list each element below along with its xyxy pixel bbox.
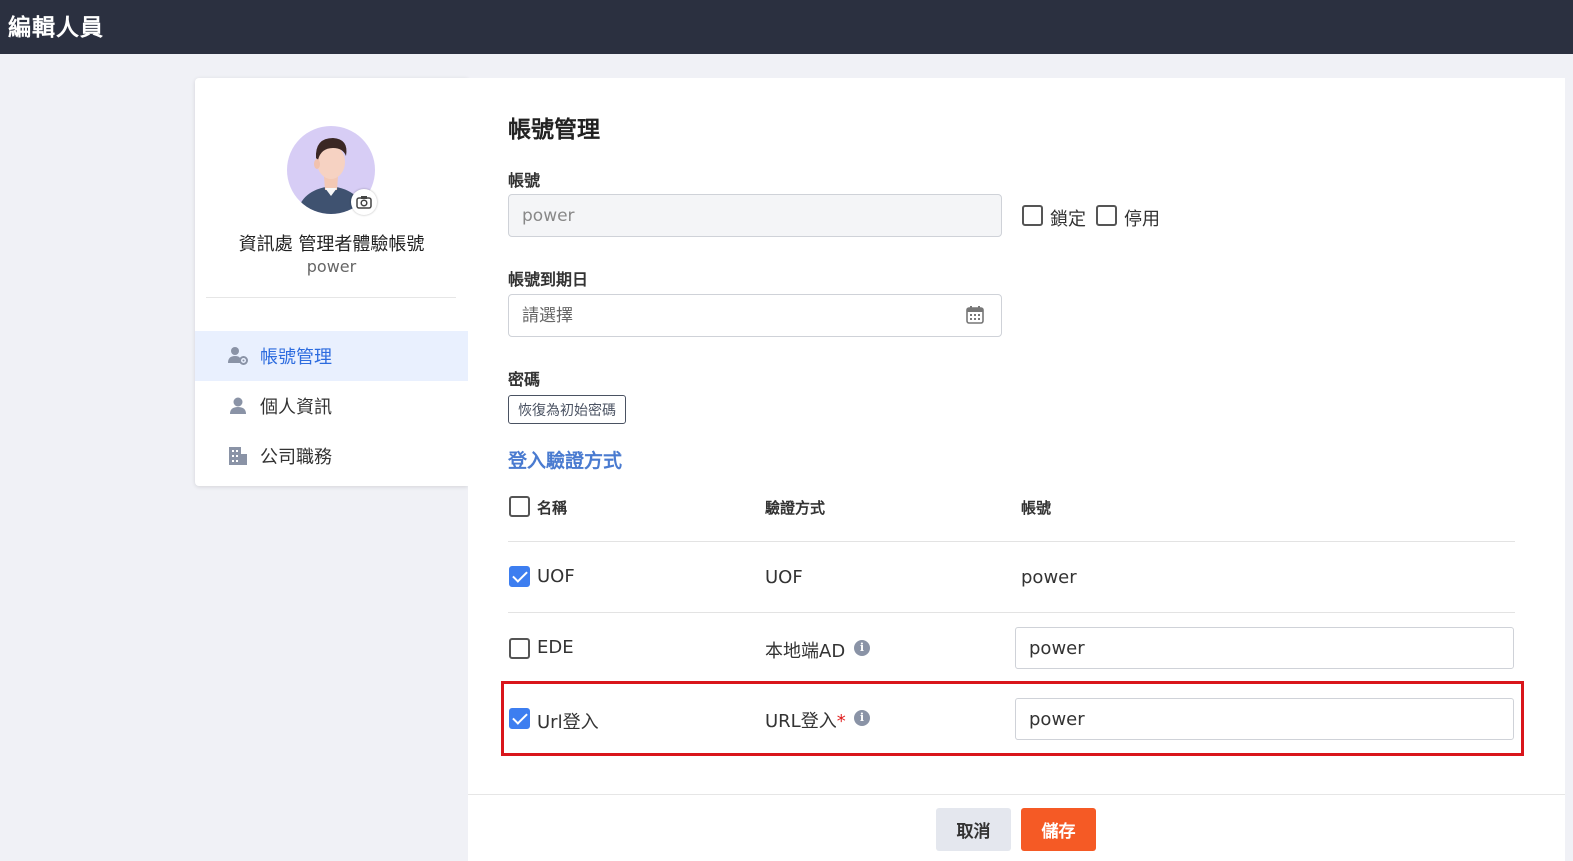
profile-account: power: [306, 257, 357, 276]
column-header-method: 驗證方式: [765, 499, 826, 517]
expiry-date-input[interactable]: [508, 294, 1002, 337]
sidebar-item-personal-info[interactable]: 個人資訊: [195, 381, 468, 431]
profile-name: 資訊處 管理者體驗帳號: [238, 234, 425, 255]
calendar-icon[interactable]: [965, 305, 985, 325]
expiry-label: 帳號到期日: [508, 270, 589, 289]
row-name: EDE: [537, 637, 574, 658]
section-title: 帳號管理: [508, 117, 600, 143]
divider: [206, 297, 456, 298]
row-method: 本地端AD: [765, 641, 846, 662]
camera-icon[interactable]: [351, 189, 377, 215]
account-input: [508, 194, 1002, 237]
user-icon: [227, 395, 249, 417]
column-header-account: 帳號: [1021, 499, 1052, 517]
lock-checkbox[interactable]: [1022, 205, 1043, 226]
lock-label: 鎖定: [1050, 209, 1086, 230]
row-divider: [508, 541, 1515, 542]
footer-divider: [468, 794, 1565, 795]
sidebar-item-label: 帳號管理: [260, 347, 332, 368]
row-divider: [508, 612, 1515, 613]
login-method-title: 登入驗證方式: [508, 450, 623, 472]
disable-checkbox[interactable]: [1096, 205, 1117, 226]
sidebar-item-label: 個人資訊: [260, 397, 332, 418]
row-checkbox-ede[interactable]: [509, 638, 530, 659]
building-icon: [227, 445, 249, 467]
column-header-name: 名稱: [537, 499, 568, 517]
page-title: 編輯人員: [8, 15, 104, 41]
password-label: 密碼: [508, 370, 541, 389]
save-button[interactable]: 儲存: [1021, 808, 1096, 851]
info-icon[interactable]: i: [854, 640, 870, 656]
reset-password-button[interactable]: 恢復為初始密碼: [508, 395, 626, 424]
ede-account-input[interactable]: [1015, 627, 1514, 669]
row-account: power: [1021, 567, 1077, 588]
cancel-button[interactable]: 取消: [936, 808, 1011, 851]
sidebar-item-company-position[interactable]: 公司職務: [195, 431, 468, 481]
disable-label: 停用: [1124, 209, 1160, 230]
top-bar: 編輯人員: [0, 0, 1573, 54]
sidebar-item-label: 公司職務: [260, 447, 332, 468]
highlight-box: [501, 681, 1524, 756]
row-method: UOF: [765, 567, 803, 588]
sidebar-item-account-management[interactable]: 帳號管理: [195, 331, 468, 381]
user-gear-icon: [227, 345, 249, 367]
select-all-checkbox[interactable]: [509, 496, 530, 517]
row-name: UOF: [537, 566, 575, 587]
profile-card: 資訊處 管理者體驗帳號 power 帳號管理 個人資訊 公司職務: [195, 78, 468, 486]
row-checkbox-uof[interactable]: [509, 566, 530, 587]
account-label: 帳號: [508, 171, 541, 190]
